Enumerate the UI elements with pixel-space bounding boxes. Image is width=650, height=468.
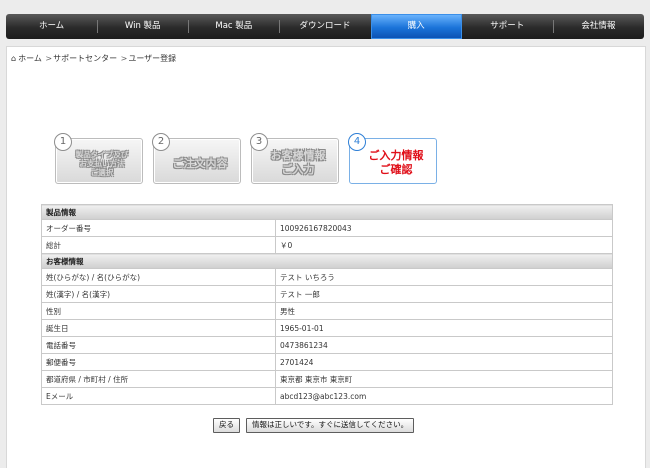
breadcrumb-user-registration: ユーザー登録 bbox=[128, 54, 177, 63]
row-label: 性別 bbox=[41, 302, 276, 320]
step-label: 製品タイプ及び お支払い方法 ご選択 bbox=[75, 149, 129, 177]
table-row: オーダー番号 100926167820043 bbox=[41, 219, 613, 237]
confirmation-table: 製品情報 オーダー番号 100926167820043 総計 ￥0 お客様情報 … bbox=[41, 204, 613, 405]
row-value: 2701424 bbox=[275, 353, 613, 371]
row-label: オーダー番号 bbox=[41, 219, 276, 237]
row-label: 誕生日 bbox=[41, 319, 276, 337]
step-3: 3 お客様情報 ご入力 bbox=[250, 133, 339, 184]
row-value: 100926167820043 bbox=[275, 219, 613, 237]
top-nav: ホーム Win 製品 Mac 製品 ダウンロード 購入 サポート 会社情報 bbox=[6, 14, 644, 39]
row-value: テスト 一郎 bbox=[275, 285, 613, 303]
row-value: 男性 bbox=[275, 302, 613, 320]
nav-support[interactable]: サポート bbox=[462, 14, 553, 39]
row-value: 1965-01-01 bbox=[275, 319, 613, 337]
step-label: ご注文内容 bbox=[172, 157, 228, 170]
section-header: 製品情報 bbox=[41, 204, 613, 220]
breadcrumb-separator: > bbox=[118, 54, 128, 63]
nav-home[interactable]: ホーム bbox=[6, 14, 97, 39]
breadcrumb-separator: > bbox=[42, 54, 53, 63]
step-1: 1 製品タイプ及び お支払い方法 ご選択 bbox=[54, 133, 143, 184]
step-2: 2 ご注文内容 bbox=[152, 133, 241, 184]
table-row: 姓(ひらがな) / 名(ひらがな) テスト いちろう bbox=[41, 268, 613, 286]
table-row: 誕生日 1965-01-01 bbox=[41, 319, 613, 337]
product-info-heading: 製品情報 bbox=[41, 204, 613, 220]
row-value: 東京都 東京市 東京町 bbox=[275, 370, 613, 388]
nav-download[interactable]: ダウンロード bbox=[279, 14, 370, 39]
breadcrumb-home[interactable]: ホーム bbox=[18, 54, 42, 63]
submit-button[interactable]: 情報は正しいです。すぐに送信してください。 bbox=[246, 418, 415, 433]
row-label: 総計 bbox=[41, 236, 276, 254]
row-value: テスト いちろう bbox=[275, 268, 613, 286]
row-label: 都道府県 / 市町村 / 住所 bbox=[41, 370, 276, 388]
row-label: 電話番号 bbox=[41, 336, 276, 354]
form-actions: 戻る 情報は正しいです。すぐに送信してください。 bbox=[213, 418, 415, 433]
table-row: 総計 ￥0 bbox=[41, 236, 613, 254]
home-icon: ⌂ bbox=[11, 54, 17, 63]
table-row: Eメール abcd123@abc123.com bbox=[41, 387, 613, 405]
table-row: 郵便番号 2701424 bbox=[41, 353, 613, 371]
back-button[interactable]: 戻る bbox=[213, 418, 240, 433]
customer-info-heading: お客様情報 bbox=[41, 253, 613, 269]
row-value: abcd123@abc123.com bbox=[275, 387, 613, 405]
table-row: 都道府県 / 市町村 / 住所 東京都 東京市 東京町 bbox=[41, 370, 613, 388]
row-label: 郵便番号 bbox=[41, 353, 276, 371]
table-row: 性別 男性 bbox=[41, 302, 613, 320]
row-label: Eメール bbox=[41, 387, 276, 405]
row-label: 姓(ひらがな) / 名(ひらがな) bbox=[41, 268, 276, 286]
step-label: お客様情報 ご入力 bbox=[270, 149, 326, 176]
row-value: 0473861234 bbox=[275, 336, 613, 354]
breadcrumb: ⌂ ホーム >サポートセンター >ユーザー登録 bbox=[11, 53, 176, 64]
nav-purchase[interactable]: 購入 bbox=[370, 14, 462, 39]
nav-company[interactable]: 会社情報 bbox=[552, 14, 644, 39]
breadcrumb-support-center[interactable]: サポートセンター bbox=[53, 54, 117, 63]
row-label: 姓(漢字) / 名(漢字) bbox=[41, 285, 276, 303]
section-header: お客様情報 bbox=[41, 253, 613, 269]
step-label: ご入力情報 ご確認 bbox=[368, 149, 424, 176]
nav-win-products[interactable]: Win 製品 bbox=[97, 14, 188, 39]
step-4-current: 4 ご入力情報 ご確認 bbox=[348, 133, 437, 184]
row-value: ￥0 bbox=[275, 236, 613, 254]
nav-mac-products[interactable]: Mac 製品 bbox=[188, 14, 279, 39]
table-row: 電話番号 0473861234 bbox=[41, 336, 613, 354]
main-panel: ⌂ ホーム >サポートセンター >ユーザー登録 1 製品タイプ及び お支払い方法 ご選… bbox=[6, 46, 646, 468]
table-row: 姓(漢字) / 名(漢字) テスト 一郎 bbox=[41, 285, 613, 303]
